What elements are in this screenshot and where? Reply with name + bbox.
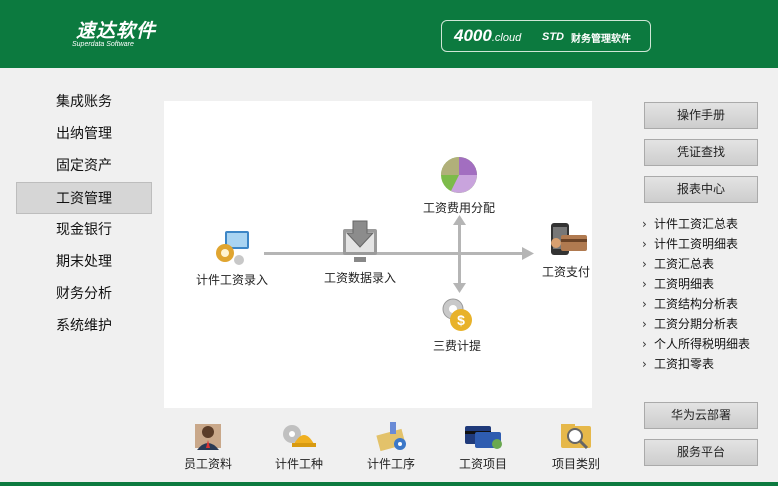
nav-item-cash-bank[interactable]: 现金银行 [16,214,152,246]
coin-gear-icon: $ [442,298,472,331]
worker-helmet-icon [283,425,316,447]
shortcut-label: 项目类别 [551,457,600,471]
flow-connector-vertical [458,223,461,285]
report-link[interactable]: › 工资明细表 [642,274,776,294]
flow-node-three-fees[interactable]: $ 三费计提 [422,295,492,354]
cards-icon [465,426,502,449]
flow-node-label: 工资费用分配 [422,201,495,215]
report-list: › 计件工资汇总表 › 计件工资明细表 › 工资汇总表 › 工资明细表 › 工资结构分析表… [642,214,776,374]
shortcut-label: 计件工序 [366,457,415,471]
chevron-right-icon: › [642,257,647,271]
flow-node-payroll-data-entry[interactable]: 工资数据录入 [312,219,408,286]
nav-item-financial-analysis[interactable]: 财务分析 [16,278,152,310]
download-monitor-icon [343,220,377,262]
report-center-button[interactable]: 报表中心 [644,176,758,203]
report-link[interactable]: › 工资扣零表 [642,354,776,374]
shortcut-employee-info[interactable]: 员工资料 [178,420,238,472]
employee-icon [195,424,221,450]
footer-bar [0,482,778,486]
phone-card-icon [551,223,587,255]
nav-item-ledger[interactable]: 集成账务 [16,86,152,118]
report-link[interactable]: › 工资结构分析表 [642,294,776,314]
huawei-cloud-deploy-button[interactable]: 华为云部署 [644,402,758,429]
flow-node-label: 工资支付 [541,265,590,279]
report-link[interactable]: › 计件工资明细表 [642,234,776,254]
shortcut-payroll-items[interactable]: 工资项目 [452,420,514,472]
shortcut-label: 计件工种 [274,457,323,471]
chevron-right-icon: › [642,357,647,371]
chevron-right-icon: › [642,317,647,331]
magnifier-folder-icon [561,424,591,450]
arrow-up-icon [453,215,466,225]
report-link[interactable]: › 个人所得税明细表 [642,334,776,354]
flow-node-piecework-entry[interactable]: 计件工资录入 [190,227,274,288]
product-banner: 4000.cloud STD 财务管理软件 [441,20,651,52]
logo-subtitle: Superdata Software [72,41,134,48]
report-link[interactable]: › 工资分期分析表 [642,314,776,334]
flow-node-label: 三费计提 [432,339,481,353]
flow-node-payroll-allocation[interactable]: 工资费用分配 [414,155,504,216]
chevron-right-icon: › [642,237,647,251]
nav-item-fixed-assets[interactable]: 固定资产 [16,150,152,182]
shortcut-item-category[interactable]: 项目类别 [546,420,606,472]
module-nav: 集成账务 出纳管理 固定资产 工资管理 现金银行 期末处理 财务分析 系统维护 [16,86,152,342]
shortcut-label: 工资项目 [458,457,507,471]
service-platform-button[interactable]: 服务平台 [644,439,758,466]
voucher-search-button[interactable]: 凭证查找 [644,139,758,166]
chevron-right-icon: › [642,297,647,311]
nav-item-system-maintenance[interactable]: 系统维护 [16,310,152,342]
shortcut-label: 员工资料 [183,457,232,471]
shortcut-piece-work-type[interactable]: 计件工种 [268,420,330,472]
pie-chart-icon [441,157,477,193]
gear-computer-icon [216,231,249,265]
workflow-panel: 计件工资录入 工资数据录入 工资费用分配 工资支付 $ 三费计提 [164,101,592,408]
report-link[interactable]: › 工资汇总表 [642,254,776,274]
product-edition: STD [542,31,564,43]
chevron-right-icon: › [642,217,647,231]
report-link[interactable]: › 计件工资汇总表 [642,214,776,234]
flow-node-label: 计件工资录入 [195,273,268,287]
product-version: 4000.cloud [454,26,522,45]
arrow-right-icon [522,247,534,260]
nav-item-payroll[interactable]: 工资管理 [16,182,152,214]
flow-node-label: 工资数据录入 [323,271,396,285]
operation-manual-button[interactable]: 操作手册 [644,102,758,129]
shortcut-piece-work-process[interactable]: 计件工序 [360,420,422,472]
process-flask-icon [376,422,406,452]
product-description: 财务管理软件 [571,34,631,45]
chevron-right-icon: › [642,277,647,291]
svg-text:$: $ [457,312,465,328]
nav-item-period-end[interactable]: 期末处理 [16,246,152,278]
chevron-right-icon: › [642,337,647,351]
arrow-down-icon [453,283,466,293]
nav-item-cashier[interactable]: 出纳管理 [16,118,152,150]
app-header: 速达软件 Superdata Software 4000.cloud STD 财… [0,0,778,68]
flow-node-payroll-payment[interactable]: 工资支付 [536,221,596,280]
logo-text: 速达软件 [76,20,157,42]
